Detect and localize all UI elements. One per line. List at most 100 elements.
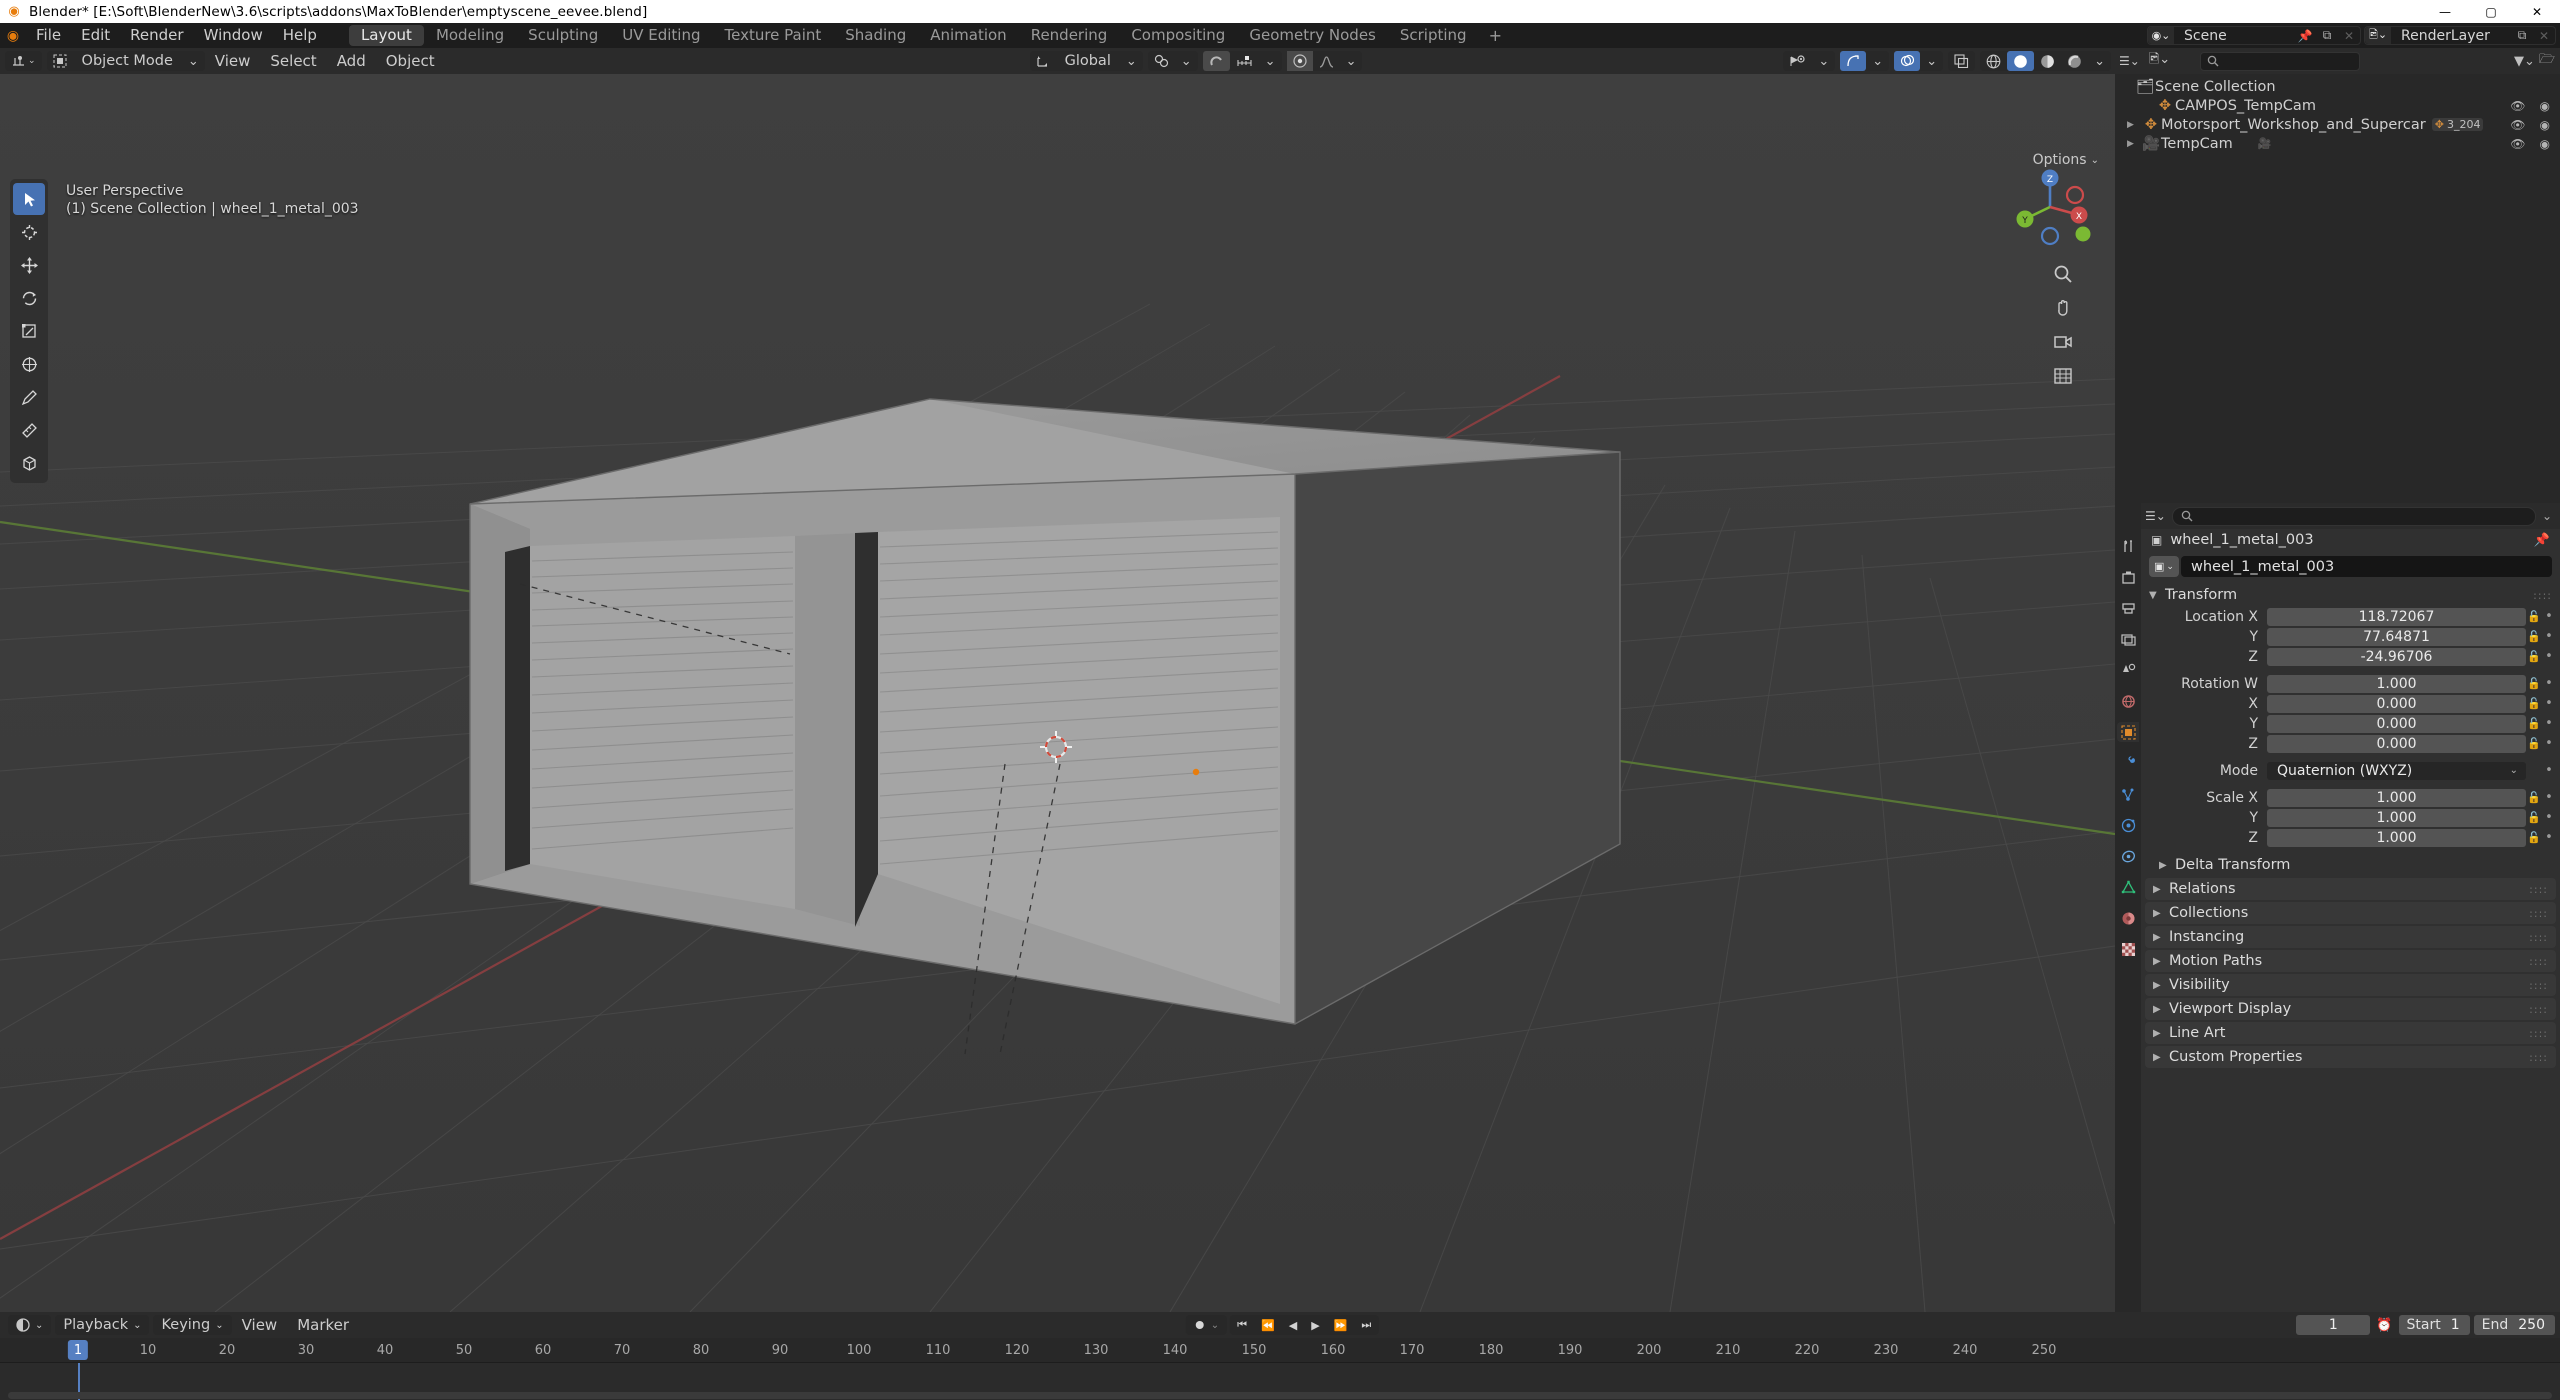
section-line-art[interactable]: ▶ Line Art :::: [2145, 1022, 2556, 1044]
lock-icon[interactable]: 🔓 [2526, 630, 2542, 643]
editor-type-icon[interactable]: ⌄ [5, 51, 42, 71]
lock-icon[interactable]: 🔓 [2526, 717, 2542, 730]
gizmo-icon[interactable] [1840, 51, 1867, 71]
lock-icon[interactable]: 🔓 [2526, 811, 2542, 824]
tab-scripting[interactable]: Scripting [1388, 25, 1479, 46]
tab-physics-icon[interactable] [2117, 815, 2139, 835]
section-instancing[interactable]: ▶ Instancing :::: [2145, 926, 2556, 948]
chevron-down-icon[interactable]: ⌄ [1120, 51, 1143, 71]
new-scene-icon[interactable]: ⧉ [2316, 28, 2338, 43]
remove-viewlayer-icon[interactable]: ✕ [2533, 29, 2555, 43]
proportional-edit-group[interactable]: ⌄ [1202, 51, 1282, 71]
toggle-orthographic-icon[interactable] [2053, 366, 2073, 386]
outliner-row-scene-collection[interactable]: 🗂 Scene Collection [2115, 77, 2560, 96]
tab-tool-icon[interactable] [2117, 536, 2139, 556]
scene-selector[interactable]: ◉⌄ Scene 📌 ⧉ ✕ [2147, 26, 2361, 45]
frame-start-field[interactable]: Start 1 [2398, 1315, 2470, 1335]
xray-icon[interactable] [1948, 51, 1975, 71]
chevron-down-icon[interactable]: ⌄ [1175, 51, 1198, 71]
timeline-ruler[interactable]: 1 10 20 30 40 50 60 70 80 90 100 110 120… [0, 1338, 2560, 1363]
field-rotation-y[interactable]: Y 0.000 🔓 • [2141, 714, 2560, 733]
object-name-field[interactable]: wheel_1_metal_003 [2181, 556, 2552, 577]
filter-icon[interactable]: ▼⌄ [2514, 54, 2535, 69]
transform-orientation-selector[interactable]: Global ⌄ [1029, 51, 1143, 71]
proportional-edit-icon[interactable] [1286, 51, 1313, 71]
field-value[interactable]: 1.000 [2267, 828, 2526, 847]
menu-file[interactable]: File [26, 23, 71, 48]
tool-annotate[interactable] [13, 381, 45, 413]
eye-icon[interactable]: 👁 [2510, 99, 2525, 113]
animate-property-dot[interactable]: • [2542, 790, 2556, 805]
field-value[interactable]: 1.000 [2267, 808, 2526, 827]
section-custom-properties[interactable]: ▶ Custom Properties :::: [2145, 1046, 2556, 1068]
blender-menu-icon[interactable]: ◉ [0, 28, 26, 44]
tool-add-cube[interactable] [13, 447, 45, 479]
jump-to-end-button[interactable]: ⏭ [1354, 1318, 1378, 1332]
outliner-search-input[interactable] [2200, 51, 2361, 71]
field-value[interactable]: 0.000 [2267, 734, 2526, 753]
animate-property-dot[interactable]: • [2542, 629, 2556, 644]
stopwatch-icon[interactable]: ⏰ [2376, 1318, 2392, 1333]
section-motion-paths[interactable]: ▶ Motion Paths :::: [2145, 950, 2556, 972]
camera-view-icon[interactable] [2053, 332, 2073, 352]
unlink-scene-icon[interactable]: ✕ [2338, 29, 2360, 43]
previous-keyframe-button[interactable]: ⏪ [1254, 1319, 1282, 1332]
tab-texture-icon[interactable] [2117, 939, 2139, 959]
auto-keying-toggle[interactable]: ⌄ [1185, 1315, 1228, 1335]
proportional-falloff-group[interactable]: ⌄ [1286, 51, 1363, 71]
tab-animation[interactable]: Animation [918, 25, 1018, 46]
properties-options-icon[interactable]: ⌄ [2542, 509, 2552, 523]
xray-toggle[interactable] [1948, 51, 1976, 71]
tab-rendering[interactable]: Rendering [1019, 25, 1120, 46]
next-keyframe-button[interactable]: ⏩ [1327, 1319, 1355, 1332]
minimize-button[interactable]: — [2422, 0, 2468, 23]
menu-help[interactable]: Help [273, 23, 327, 48]
tab-modeling[interactable]: Modeling [424, 25, 516, 46]
tab-sculpting[interactable]: Sculpting [516, 25, 610, 46]
tab-object-icon[interactable] [2117, 722, 2139, 742]
tool-rotate[interactable] [13, 282, 45, 314]
tab-geometry-nodes[interactable]: Geometry Nodes [1237, 25, 1388, 46]
maximize-button[interactable]: ▢ [2468, 0, 2514, 23]
tab-modifier-icon[interactable] [2117, 753, 2139, 773]
field-value[interactable]: 118.72067 [2267, 607, 2526, 626]
pin-icon[interactable]: 📌 [2294, 29, 2316, 43]
keying-dropdown[interactable]: Keying ⌄ [153, 1315, 232, 1335]
animate-property-dot[interactable]: • [2542, 716, 2556, 731]
outliner-row-campos-tempcam[interactable]: ✥ CAMPOS_TempCam 👁 ◉ [2115, 96, 2560, 115]
solid-shading-icon[interactable] [2007, 51, 2035, 71]
camera-render-icon[interactable]: ◉ [2540, 99, 2550, 113]
tab-layout[interactable]: Layout [348, 25, 424, 46]
tool-transform[interactable] [13, 348, 45, 380]
field-scale-y[interactable]: Y 1.000 🔓 • [2141, 808, 2560, 827]
editor-type-icon[interactable]: ☰⌄ [2119, 54, 2140, 68]
lock-icon[interactable]: 🔓 [2526, 697, 2542, 710]
timeline-menu-view[interactable]: View [232, 1316, 288, 1334]
eye-icon[interactable]: 👁 [2510, 118, 2525, 132]
viewport-canvas[interactable]: User Perspective (1) Scene Collection | … [0, 74, 2115, 1312]
chevron-down-icon[interactable]: ⌄ [1812, 51, 1835, 71]
animate-property-dot[interactable]: • [2542, 810, 2556, 825]
section-relations[interactable]: ▶ Relations :::: [2145, 878, 2556, 900]
viewport-menu-select[interactable]: Select [260, 52, 326, 70]
tab-shading[interactable]: Shading [833, 25, 918, 46]
material-preview-shading-icon[interactable] [2034, 51, 2061, 71]
viewport-menu-object[interactable]: Object [376, 52, 445, 70]
field-location-y[interactable]: Y 77.64871 🔓 • [2141, 627, 2560, 646]
pin-icon[interactable]: 📌 [2534, 533, 2550, 548]
timeline-menu-marker[interactable]: Marker [287, 1316, 359, 1334]
tab-viewlayer-icon[interactable] [2117, 629, 2139, 649]
field-rotation-z[interactable]: Z 0.000 🔓 • [2141, 734, 2560, 753]
field-rotation-mode[interactable]: Mode Quaternion (WXYZ) ⌄ • [2141, 761, 2560, 780]
expand-arrow-icon[interactable]: ▶ [2127, 139, 2141, 149]
section-transform[interactable]: ▼ Transform :::: [2141, 584, 2560, 606]
tab-scene-icon[interactable] [2117, 660, 2139, 680]
menu-edit[interactable]: Edit [71, 23, 120, 48]
section-visibility[interactable]: ▶ Visibility :::: [2145, 974, 2556, 996]
tool-scale[interactable] [13, 315, 45, 347]
animate-property-dot[interactable]: • [2542, 676, 2556, 691]
animate-property-dot[interactable]: • [2542, 649, 2556, 664]
magnet-icon[interactable] [1202, 51, 1230, 71]
play-button[interactable]: ▶ [1304, 1319, 1326, 1332]
chevron-down-icon[interactable]: ⌄ [182, 51, 205, 71]
